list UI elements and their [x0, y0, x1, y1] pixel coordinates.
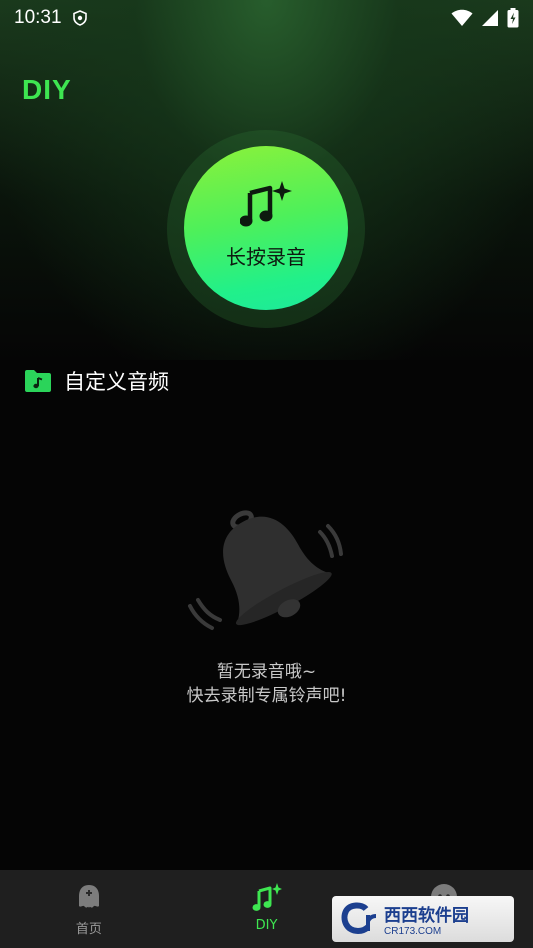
music-sparkle-icon: [240, 180, 292, 226]
custom-audio-section-header: 自定义音频: [24, 366, 169, 396]
record-button-label: 长按录音: [226, 244, 306, 269]
watermark-site: CR173.COM: [384, 926, 442, 937]
shield-icon: [72, 10, 87, 26]
empty-state-line-2: 快去录制专属铃声吧!: [186, 686, 347, 706]
nav-label-home: 首页: [75, 922, 102, 937]
nav-item-diy[interactable]: DIY: [178, 870, 356, 948]
section-title: 自定义音频: [64, 370, 169, 394]
watermark-brand: 西西软件园: [384, 906, 469, 925]
wifi-icon: [451, 9, 473, 26]
battery-charging-icon: [507, 8, 519, 28]
empty-state-message: 暂无录音哦~ 快去录制专属铃声吧!: [0, 660, 533, 708]
ghost-bell-icon: [78, 885, 99, 908]
empty-state-line-1: 暂无录音哦~: [216, 662, 317, 682]
bell-icon: [188, 510, 343, 630]
status-bar: 10:31: [0, 0, 533, 36]
cr-logo-icon: [341, 902, 377, 935]
status-time: 10:31: [14, 7, 62, 28]
page-title: DIY: [22, 74, 72, 105]
nav-item-home[interactable]: 首页: [0, 870, 178, 948]
nav-label-diy: DIY: [255, 918, 278, 933]
watermark-logo: 西西软件园 CR173.COM: [332, 896, 514, 942]
long-press-record-button[interactable]: 长按录音: [184, 146, 348, 310]
music-folder-icon: [25, 370, 51, 392]
music-sparkle-icon: [252, 883, 282, 911]
signal-icon: [482, 10, 498, 26]
